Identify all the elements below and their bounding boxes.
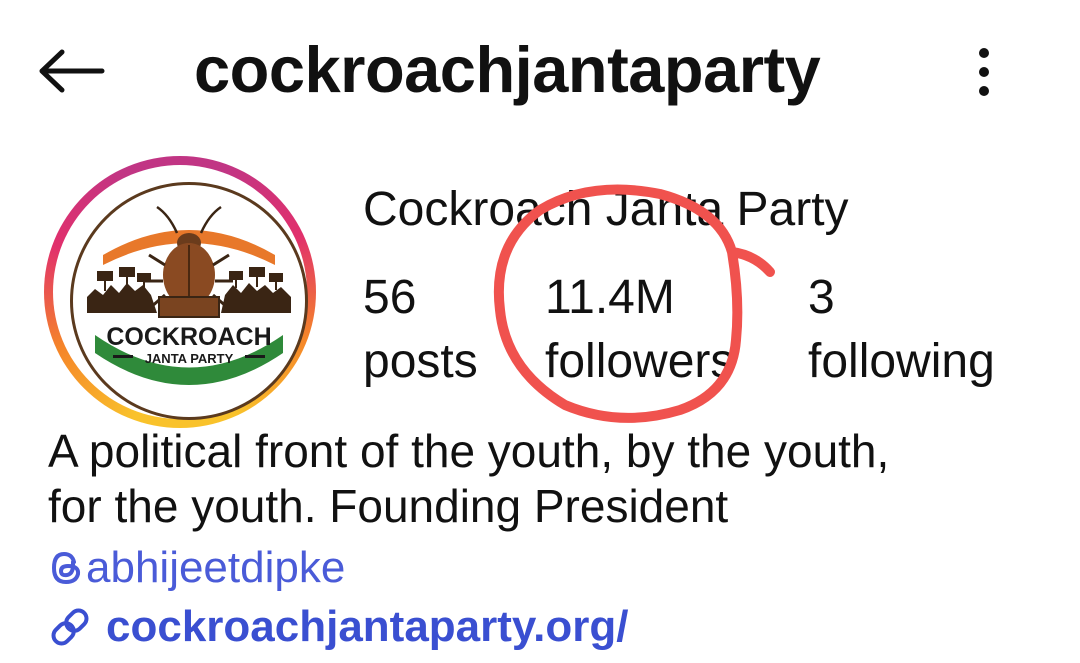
arrow-left-icon [39,49,105,93]
logo-text-main: COCKROACH [106,323,271,351]
logo-text-sub: JANTA PARTY [145,351,234,366]
link-icon [48,605,92,649]
display-name: Cockroach Janta Party [363,183,849,236]
posts-count: 56 [363,271,417,324]
posts-label: posts [363,335,478,388]
more-options-button[interactable] [960,40,1008,102]
threads-handle-link[interactable]: abhijeetdipke [48,540,345,595]
bio-line-2: for the youth. Founding President [48,480,729,532]
posts-stat[interactable]: 56 posts [363,268,478,392]
following-count: 3 [808,271,835,324]
story-ring[interactable]: COCKROACH JANTA PARTY [44,156,316,428]
avatar: COCKROACH JANTA PARTY [70,182,308,420]
profile-page: cockroachjantaparty COCKROACH JANTA PART… [0,0,1080,663]
website-link[interactable]: cockroachjantaparty.org/ [48,597,628,657]
following-label: following [808,335,995,388]
followers-stat[interactable]: 11.4M followers [545,268,734,392]
back-button[interactable] [36,40,108,102]
threads-icon [48,548,84,588]
profile-username-title: cockroachjantaparty [194,33,821,106]
followers-label: followers [545,335,735,388]
followers-count: 11.4M [545,271,675,324]
bio-line-1: A political front of the youth, by the y… [48,425,890,477]
following-stat[interactable]: 3 following [808,268,995,392]
website-link-text: cockroachjantaparty.org/ [106,602,629,651]
more-vertical-icon [979,48,989,96]
cockroach-party-logo: COCKROACH JANTA PARTY [87,205,291,385]
bio: A political front of the youth, by the y… [48,424,1048,534]
threads-handle-text: abhijeetdipke [86,543,346,592]
